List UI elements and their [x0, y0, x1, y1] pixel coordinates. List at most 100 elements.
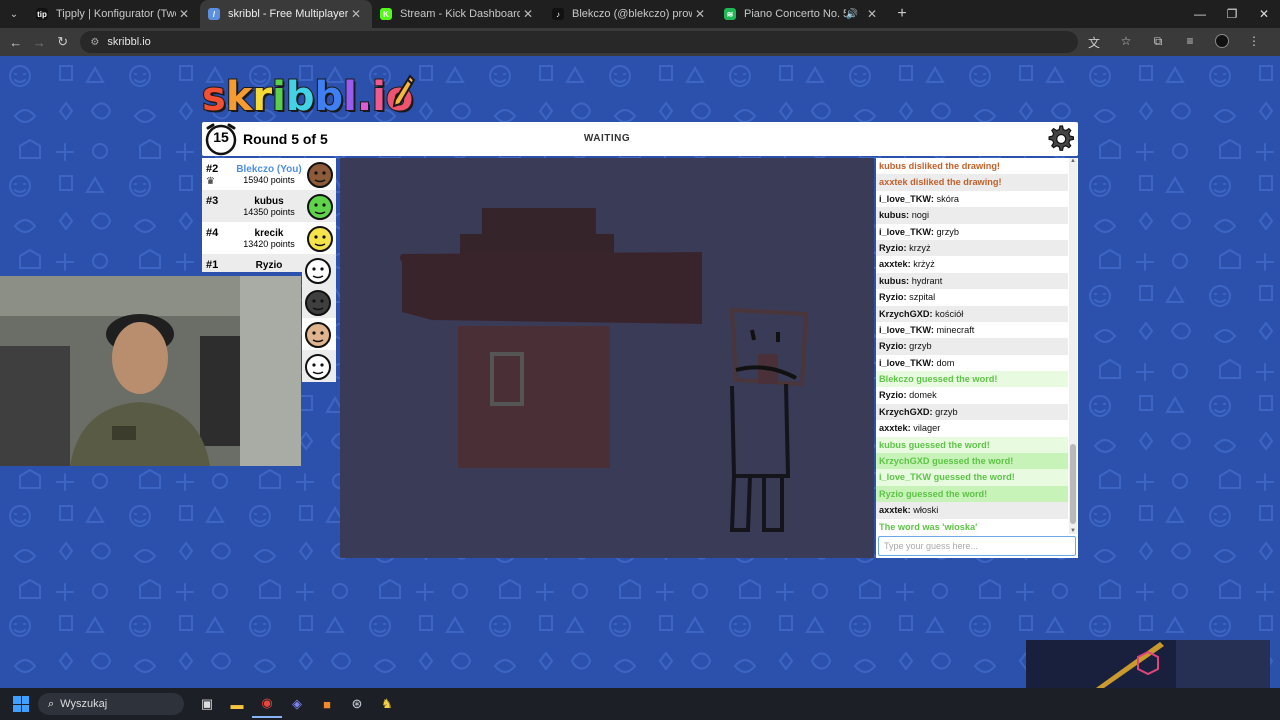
close-tab-icon[interactable]: ✕	[176, 7, 192, 21]
chat-message: Ryzio: domek	[876, 387, 1068, 403]
tab-title: Stream - Kick Dashboard	[400, 8, 520, 20]
bookmark-star-icon[interactable]: ☆	[1110, 34, 1142, 51]
close-tab-icon[interactable]: ✕	[864, 7, 880, 21]
chat-text: szpital	[909, 292, 936, 303]
chat-author: Ryzio:	[879, 292, 907, 303]
spotify-icon: ≋	[724, 8, 736, 20]
close-window-button[interactable]: ✕	[1248, 0, 1280, 28]
close-tab-icon[interactable]: ✕	[520, 7, 536, 21]
crown-icon: ♛	[206, 176, 215, 187]
chat-text: KrzychGXD guessed the word!	[879, 456, 1014, 467]
browser-tab-1[interactable]: / skribbl - Free Multiplayer Draw✕	[200, 0, 372, 28]
avatar-face-icon	[305, 354, 331, 380]
chat-message: KrzychGXD: kościół	[876, 305, 1068, 322]
player-avatar	[302, 318, 336, 350]
site-info-icon[interactable]: ⚙	[90, 37, 99, 48]
chat-text: grzyb	[935, 406, 958, 417]
logo-letter: i	[371, 73, 387, 121]
tiktok-icon: ♪	[552, 8, 564, 20]
player-points: 16435 points	[226, 271, 312, 272]
tab-search-menu-button[interactable]: ⌄	[0, 0, 28, 28]
drawing-strokes	[400, 208, 809, 532]
minimize-button[interactable]: —	[1184, 0, 1216, 28]
steam-icon[interactable]: ⊛	[342, 690, 372, 718]
player-row[interactable]: #4 krecik 13420 points	[202, 222, 336, 254]
restore-button[interactable]: ❐	[1216, 0, 1248, 28]
player-name: kubus	[254, 196, 284, 207]
chat-author: i_love_TKW:	[879, 193, 934, 204]
player-avatar	[302, 286, 336, 318]
avatar-face-icon	[307, 226, 333, 252]
player-rank: #2	[206, 163, 219, 175]
reload-button[interactable]: ↻	[51, 34, 74, 50]
chat-author: axxtek:	[879, 505, 911, 516]
browser-tab-strip: ⌄ tipTipply | Konfigurator (Twój cel)✕/s…	[0, 0, 1280, 28]
streamer-camera-feed	[0, 276, 301, 466]
chat-text: grzyb	[936, 226, 959, 237]
player-avatar	[304, 222, 336, 254]
taskbar-search[interactable]: ⌕ Wyszukaj	[38, 693, 184, 715]
task-view-icon[interactable]: ▣	[192, 690, 222, 718]
chat-message: axxtek: krżyż	[876, 256, 1068, 272]
new-tab-button[interactable]: +	[888, 5, 916, 23]
logo-letter: l	[342, 73, 358, 121]
browser-tab-2[interactable]: K Stream - Kick Dashboard ✕	[372, 0, 544, 28]
chat-author: i_love_TKW:	[879, 226, 934, 237]
browser-tab-3[interactable]: ♪ Blekczo (@blekczo) prowadzi LIV✕	[544, 0, 716, 28]
scroll-down-arrow-icon[interactable]: ▼	[1069, 528, 1077, 534]
chat-message: kubus guessed the word!	[876, 436, 1068, 454]
browser-tab-0[interactable]: tip Tipply | Konfigurator (Twój cel)✕	[28, 0, 200, 28]
game-header: 15 Round 5 of 5 WAITING	[202, 122, 1078, 156]
chat-text: axxtek disliked the drawing!	[879, 177, 1002, 188]
chat-message: Ryzio guessed the word!	[876, 485, 1068, 503]
chat-text: krżyż	[913, 259, 935, 270]
browser-menu-icon[interactable]: ⋮	[1238, 34, 1270, 51]
chat-author: Ryzio:	[879, 390, 907, 401]
drawing-canvas[interactable]	[340, 158, 874, 558]
villager-body	[730, 383, 791, 478]
address-bar[interactable]: ⚙ skribbl.io	[80, 31, 1078, 53]
extensions-icon[interactable]: ⧉	[1142, 34, 1174, 51]
scroll-thumb[interactable]	[1070, 444, 1076, 524]
player-avatar	[302, 350, 336, 382]
translate-icon[interactable]: 文	[1078, 34, 1110, 51]
skribbl-icon: /	[208, 8, 220, 20]
chat-message: axxtek disliked the drawing!	[876, 174, 1068, 191]
pinned-app-icon[interactable]: ♞	[372, 690, 402, 718]
scroll-up-arrow-icon[interactable]: ▲	[1069, 158, 1077, 164]
back-button[interactable]: ←	[4, 35, 27, 50]
tab-title: Blekczo (@blekczo) prowadzi LIV	[572, 8, 692, 20]
tab-list: tipTipply | Konfigurator (Twój cel)✕/skr…	[28, 0, 888, 28]
chat-text: kubus guessed the word!	[879, 439, 990, 450]
url-text: skribbl.io	[107, 36, 151, 48]
speaker-icon[interactable]: 🔊	[846, 9, 858, 20]
player-row[interactable]: #3 kubus 14350 points	[202, 190, 336, 222]
chat-author: Ryzio:	[879, 341, 907, 352]
avatar-face-icon	[305, 258, 331, 284]
villager-legs	[729, 475, 784, 532]
search-label: Wyszukaj	[60, 698, 108, 710]
settings-gear-icon[interactable]	[1044, 123, 1076, 155]
chat-scrollbar[interactable]: ▲ ▼	[1069, 158, 1077, 534]
file-explorer-icon[interactable]: ▬	[222, 690, 252, 718]
chat-author: kubus:	[879, 275, 910, 286]
chat-message: axxtek: vilager	[876, 420, 1068, 436]
browser-tab-4[interactable]: ≋ Piano Concerto No. 5 in E-f🔊 ✕	[716, 0, 888, 28]
profile-avatar[interactable]	[1215, 33, 1229, 48]
avatar-face-icon	[305, 290, 331, 316]
chat-text: domek	[909, 390, 937, 401]
windows-start-icon[interactable]	[10, 693, 32, 715]
reading-list-icon[interactable]: ≡	[1174, 34, 1206, 51]
discord-icon[interactable]: ◈	[282, 690, 312, 718]
close-tab-icon[interactable]: ✕	[348, 7, 364, 21]
close-tab-icon[interactable]: ✕	[692, 7, 708, 21]
chrome-icon[interactable]: ◉	[252, 690, 282, 718]
stream-preview-thumbnail	[1026, 640, 1270, 688]
forward-button[interactable]: →	[27, 35, 50, 50]
chat-text: The word was 'wioska'	[879, 521, 978, 532]
app-orange-icon[interactable]: ■	[312, 690, 342, 718]
chat-message: i_love_TKW: minecraft	[876, 322, 1068, 338]
player-row[interactable]: #2 ♛ Blekczo (You) 15940 points	[202, 158, 336, 190]
guess-input[interactable]	[878, 536, 1076, 556]
player-name: Blekczo (You)	[236, 164, 302, 175]
